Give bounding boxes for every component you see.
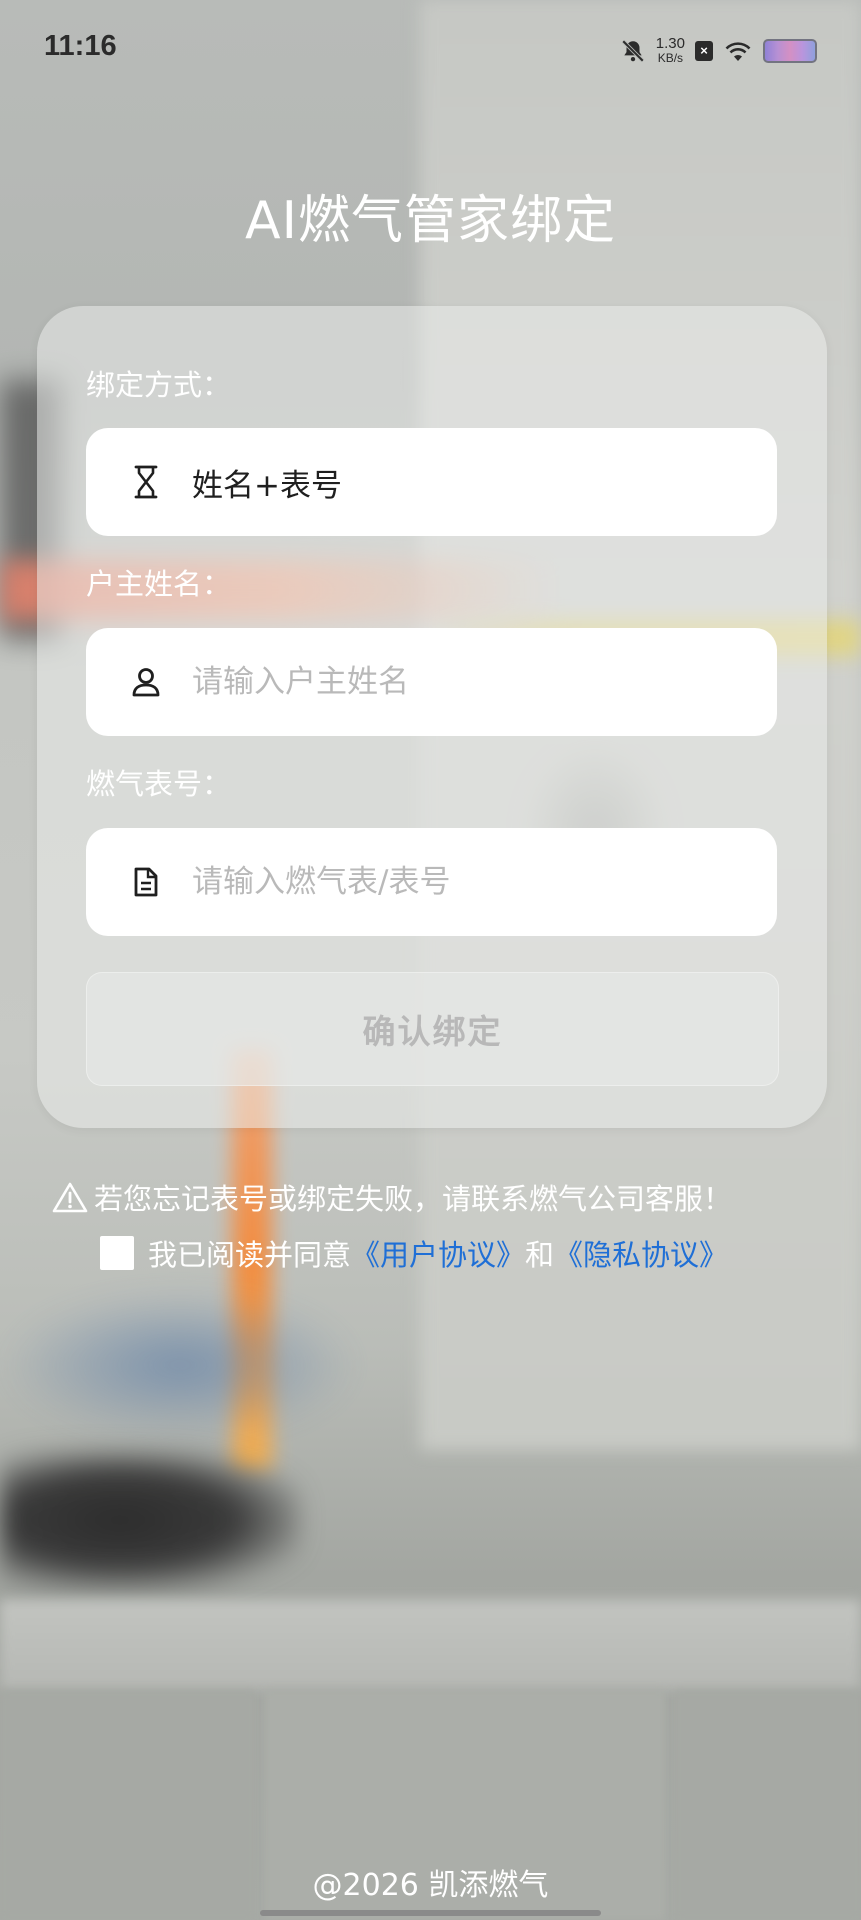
- no-sim-icon: ×: [695, 41, 713, 61]
- help-notice: 若您忘记表号或绑定失败，请联系燃气公司客服！: [52, 1176, 732, 1218]
- background-countertop: [0, 1600, 861, 1690]
- home-indicator[interactable]: [260, 1910, 601, 1916]
- hourglass-icon: [126, 462, 166, 502]
- background-blue-object: [0, 1290, 360, 1440]
- privacy-policy-link[interactable]: 《隐私协议》: [554, 1238, 728, 1272]
- status-icons: 1.30 KB/s ×: [620, 34, 817, 68]
- bind-method-value: 姓名+表号: [192, 467, 342, 504]
- agreement-conjunction: 和: [525, 1238, 555, 1272]
- page-title: AI燃气管家绑定: [245, 191, 616, 251]
- user-icon: [126, 662, 166, 702]
- help-notice-text: 若您忘记表号或绑定失败，请联系燃气公司客服！: [94, 1182, 733, 1216]
- copyright-footer: @2026 凯添燃气: [312, 1868, 549, 1903]
- network-speed-value: 1.30: [655, 35, 685, 52]
- agreement-prefix: 我已阅读并同意: [148, 1238, 352, 1272]
- meter-number-label: 燃气表号：: [86, 767, 232, 801]
- confirm-bind-button[interactable]: 确认绑定: [86, 972, 779, 1086]
- document-icon: [126, 862, 166, 902]
- battery-icon: [763, 39, 817, 63]
- background-stove: [0, 1450, 300, 1590]
- status-time: 11:16: [44, 30, 117, 62]
- bind-method-label: 绑定方式：: [86, 368, 232, 402]
- owner-name-label: 户主姓名：: [86, 567, 232, 601]
- network-speed: 1.30 KB/s: [656, 36, 685, 66]
- owner-name-field[interactable]: [86, 628, 777, 736]
- wifi-icon: [725, 42, 751, 61]
- status-bar: 11:16 1.30 KB/s ×: [0, 0, 861, 100]
- owner-name-input[interactable]: [192, 664, 752, 700]
- user-agreement-link[interactable]: 《用户协议》: [351, 1238, 525, 1272]
- bell-muted-icon: [621, 39, 644, 63]
- meter-number-field[interactable]: [86, 828, 777, 936]
- bind-method-select[interactable]: 姓名+表号: [86, 428, 777, 536]
- agreement-checkbox[interactable]: [100, 1236, 134, 1270]
- meter-number-input[interactable]: [192, 864, 752, 900]
- warning-icon: [52, 1182, 88, 1213]
- agreement-row: 我已阅读并同意《用户协议》和《隐私协议》: [100, 1232, 728, 1274]
- network-speed-unit: KB/s: [657, 51, 684, 65]
